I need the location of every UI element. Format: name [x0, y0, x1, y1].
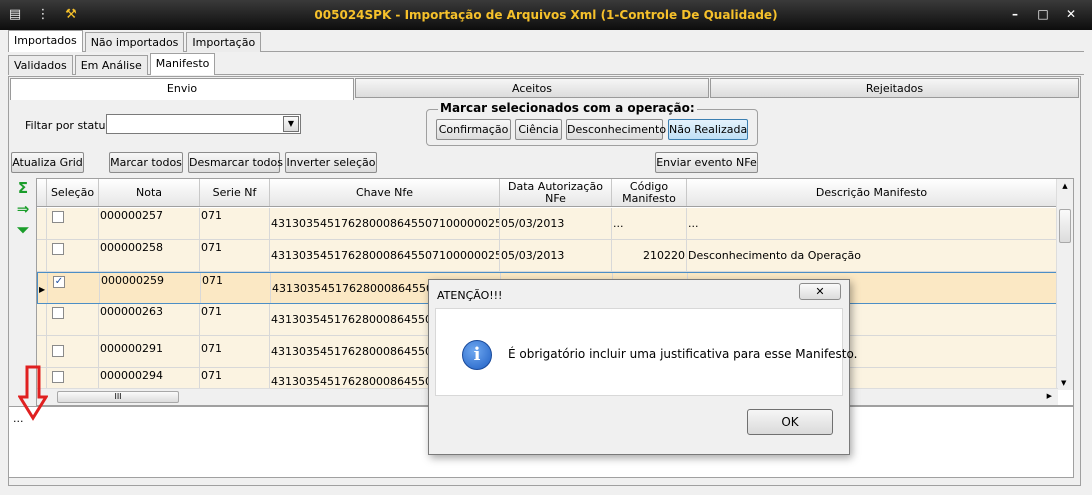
horizontal-scroll-thumb[interactable]: III [57, 391, 179, 403]
grid-vertical-scrollbar[interactable]: ▲ ▼ [1056, 179, 1073, 390]
confirmacao-button[interactable]: Confirmação [436, 119, 511, 140]
dialog-title: ATENÇÃO!!! [437, 289, 503, 302]
codigo-cell: ... [612, 208, 687, 239]
scroll-up-icon[interactable]: ▲ [1057, 182, 1073, 190]
nota-cell: 000000257 [99, 208, 200, 239]
nao-realizada-button[interactable]: Não Realizada [668, 119, 748, 140]
tab-nao-importados[interactable]: Não importados [84, 32, 185, 52]
row-indicator [37, 304, 47, 335]
serie-cell: 071 [200, 368, 270, 389]
dialog-message: É obrigatório incluir uma justificativa … [508, 347, 858, 361]
descricao-cell: ... [687, 208, 1057, 239]
descricao-cell: Desconhecimento da Operação [687, 240, 1057, 271]
col-descricao[interactable]: Descrição Manifesto [687, 179, 1057, 206]
window-title: 005024SPK - Importação de Arquivos Xml (… [314, 8, 778, 22]
row-checkbox[interactable] [52, 307, 64, 319]
select-all-button[interactable]: Marcar todos [109, 152, 183, 173]
col-serie[interactable]: Serie Nf [200, 179, 270, 206]
row-indicator [37, 208, 47, 239]
vertical-scroll-thumb[interactable] [1059, 209, 1071, 243]
row-indicator: ▶ [38, 273, 48, 303]
dialog-body: i É obrigatório incluir uma justificativ… [435, 308, 857, 396]
row-indicator [37, 240, 47, 271]
data-cell: 05/03/2013 [500, 240, 612, 271]
selection-cell [47, 368, 99, 389]
tab-em-analise[interactable]: Em Análise [74, 55, 148, 75]
ciencia-button[interactable]: Ciência [515, 119, 562, 140]
nota-cell: 000000263 [99, 304, 200, 335]
tab-manifesto[interactable]: Manifesto [149, 53, 216, 75]
selection-cell [47, 304, 99, 335]
alert-dialog: ATENÇÃO!!! ✕ i É obrigatório incluir uma… [428, 279, 857, 455]
send-event-button[interactable]: Enviar evento NFe [655, 152, 758, 173]
codigo-cell: 210220 [612, 240, 687, 271]
deselect-all-button[interactable]: Desmarcar todos [188, 152, 283, 173]
operation-legend: Marcar selecionados com a operação: [438, 101, 697, 115]
serie-cell: 071 [200, 240, 270, 271]
row-checkbox[interactable] [52, 345, 64, 357]
serie-cell: 071 [200, 336, 270, 367]
row-checkbox[interactable] [52, 211, 64, 223]
nota-cell: 000000258 [99, 240, 200, 271]
chave-cell: 43130354517628000864550710000002571117 [270, 208, 500, 239]
maximize-button[interactable]: □ [1032, 4, 1054, 24]
scroll-right-icon[interactable]: ▶ [1047, 392, 1052, 400]
selection-cell [47, 336, 99, 367]
row-checkbox[interactable] [52, 243, 64, 255]
col-data[interactable]: Data Autorização NFe [500, 179, 612, 206]
row-indicator [37, 336, 47, 367]
col-nota[interactable]: Nota [99, 179, 200, 206]
nota-cell: 000000294 [99, 368, 200, 389]
close-icon: ✕ [815, 285, 825, 298]
selection-cell: ✓ [48, 273, 100, 303]
status-filter-combo[interactable]: ▼ [106, 114, 301, 134]
chave-cell: 43130354517628000864550710000002581703 [270, 240, 500, 271]
tab-importados[interactable]: Importados [8, 30, 83, 52]
desconhecimento-button[interactable]: Desconhecimento [566, 119, 666, 140]
red-arrow-annotation [18, 365, 48, 421]
nota-cell: 000000291 [99, 336, 200, 367]
ok-button[interactable]: OK [747, 409, 833, 435]
minimize-button[interactable]: – [1004, 4, 1026, 24]
subtab-envio[interactable]: Envio [10, 78, 354, 100]
table-row[interactable]: 000000257 071 43130354517628000864550710… [37, 208, 1057, 240]
col-codigo[interactable]: Código Manifesto [612, 179, 687, 206]
data-cell: 05/03/2013 [500, 208, 612, 239]
table-row[interactable]: 000000258 071 43130354517628000864550710… [37, 240, 1057, 272]
col-selecao[interactable]: Seleção [47, 179, 99, 206]
row-checkbox-checked[interactable]: ✓ [53, 276, 65, 288]
invert-selection-button[interactable]: Inverter seleção [285, 152, 377, 173]
refresh-grid-button[interactable]: Atualiza Grid [11, 152, 84, 173]
close-button[interactable]: ✕ [1060, 4, 1082, 24]
row-indicator-header [37, 179, 47, 206]
title-bar: ▤ ⋮ ⚒ 005024SPK - Importação de Arquivos… [0, 0, 1092, 30]
serie-cell: 071 [200, 304, 270, 335]
grid-header: Seleção Nota Serie Nf Chave Nfe Data Aut… [37, 179, 1057, 207]
serie-cell: 071 [200, 208, 270, 239]
col-chave[interactable]: Chave Nfe [270, 179, 500, 206]
row-checkbox[interactable] [52, 371, 64, 383]
sum-icon[interactable]: Σ [14, 179, 32, 197]
collapse-icon[interactable]: ⏷ [14, 221, 32, 239]
chevron-down-icon[interactable]: ▼ [283, 116, 299, 132]
info-icon: i [462, 340, 492, 370]
main-tabs: Importados Não importados Importação [8, 30, 263, 52]
dialog-close-button[interactable]: ✕ [799, 283, 841, 300]
subtab-aceitos[interactable]: Aceitos [355, 78, 709, 98]
current-row-arrow-icon: ▶ [39, 285, 46, 294]
scroll-down-icon[interactable]: ▼ [1061, 379, 1066, 387]
secondary-tabs: Validados Em Análise Manifesto [8, 53, 217, 75]
selection-cell [47, 240, 99, 271]
subtab-rejeitados[interactable]: Rejeitados [710, 78, 1079, 98]
filter-label: Filtar por status: [25, 119, 115, 132]
tab-importacao[interactable]: Importação [186, 32, 262, 52]
serie-cell: 071 [201, 273, 271, 303]
selection-cell [47, 208, 99, 239]
tab-validados[interactable]: Validados [8, 55, 73, 75]
export-icon[interactable]: ⇒ [14, 200, 32, 218]
nota-cell: 000000259 [100, 273, 201, 303]
